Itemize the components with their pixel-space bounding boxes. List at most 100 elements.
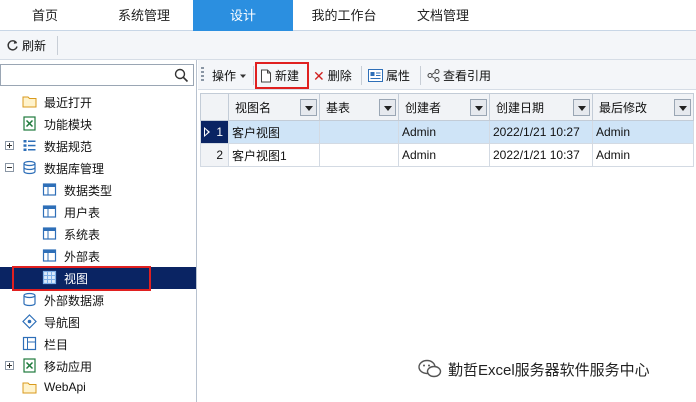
sidebar-item-external-data-sources[interactable]: 外部数据源 (0, 289, 196, 311)
toolbar-grip[interactable] (201, 67, 204, 83)
sidebar-item-label: 移动应用 (44, 360, 93, 374)
chevron-down-icon (240, 74, 247, 78)
sidebar-item-label: 数据规范 (44, 140, 93, 154)
current-row-arrow-icon (204, 127, 210, 137)
tab-home[interactable]: 首页 (0, 0, 90, 31)
view-references-button[interactable]: 查看引用 (427, 67, 491, 84)
sidebar-item-data-types[interactable]: 数据类型 (0, 179, 196, 201)
column-header-last-modified[interactable]: 最后修改 (592, 93, 694, 121)
sidebar-item-label: 栏目 (44, 338, 69, 352)
sidebar-search-input[interactable] (0, 64, 194, 86)
sidebar-item-mobile-apps[interactable]: 移动应用 (0, 355, 196, 377)
list-icon (23, 140, 36, 151)
view-toolbar: 操作 新建 ✕ 删除 属性 查看引用 (198, 60, 696, 90)
sidebar-item-label: WebApi (44, 380, 86, 394)
filter-dropdown-button[interactable] (674, 99, 691, 116)
folder-icon (22, 96, 37, 108)
sidebar: 最近打开 功能模块 数据规范 数据库管理 数据类型 用户表 系统表 外部表 视图… (0, 60, 197, 402)
row-number-cell[interactable]: 1 (200, 120, 229, 144)
toolbar-divider (253, 66, 254, 85)
toolbar-divider (420, 66, 421, 85)
sidebar-item-navigation-map[interactable]: 导航图 (0, 311, 196, 333)
table-cell[interactable]: 客户视图 (228, 120, 320, 144)
share-icon (427, 69, 440, 82)
row-number-cell[interactable]: 2 (200, 143, 229, 167)
expand-toggle[interactable] (5, 141, 14, 150)
delete-button[interactable]: ✕ 删除 (313, 67, 352, 84)
column-header-creator[interactable]: 创建者 (398, 93, 490, 121)
expand-toggle[interactable] (5, 361, 14, 370)
operate-menu-button[interactable]: 操作 (212, 67, 247, 84)
sidebar-item-label: 用户表 (64, 206, 101, 220)
sidebar-item-user-tables[interactable]: 用户表 (0, 201, 196, 223)
filter-dropdown-button[interactable] (470, 99, 487, 116)
sidebar-item-label: 外部数据源 (44, 294, 105, 308)
watermark: 勤哲Excel服务器软件服务中心 (418, 356, 650, 382)
refresh-label: 刷新 (22, 39, 47, 53)
tab-document-management[interactable]: 文档管理 (397, 0, 489, 31)
tab-design[interactable]: 设计 (193, 0, 293, 31)
filter-dropdown-button[interactable] (379, 99, 396, 116)
filter-dropdown-button[interactable] (573, 99, 590, 116)
delete-label: 删除 (327, 69, 352, 83)
table-cell[interactable] (319, 143, 399, 167)
views-table: 视图名 基表 创建者 创建日期 最后修改 1 客户视图 Admin 2022/1… (200, 93, 694, 167)
table-cell[interactable]: 客户视图1 (228, 143, 320, 167)
table-cell[interactable]: 2022/1/21 10:27 (489, 120, 593, 144)
annotation-highlight-box (12, 266, 151, 291)
properties-button[interactable]: 属性 (368, 67, 410, 84)
sidebar-item-system-tables[interactable]: 系统表 (0, 223, 196, 245)
wechat-icon (418, 359, 442, 378)
column-icon (22, 336, 37, 351)
column-header-view-name[interactable]: 视图名 (228, 93, 320, 121)
sidebar-item-function-modules[interactable]: 功能模块 (0, 113, 196, 135)
column-header-created-date[interactable]: 创建日期 (489, 93, 593, 121)
properties-icon (368, 69, 383, 82)
properties-label: 属性 (386, 69, 411, 83)
sidebar-item-columns[interactable]: 栏目 (0, 333, 196, 355)
table-header-row: 视图名 基表 创建者 创建日期 最后修改 (200, 93, 694, 121)
operate-label: 操作 (212, 69, 237, 83)
folder-icon (22, 382, 37, 394)
toolbar-divider (361, 66, 362, 85)
table-cell[interactable]: Admin (592, 120, 694, 144)
search-icon[interactable] (174, 68, 189, 83)
tab-my-workspace[interactable]: 我的工作台 (293, 0, 395, 31)
database-icon (23, 160, 36, 175)
row-number-header (200, 93, 229, 121)
delete-icon: ✕ (313, 67, 325, 84)
table-icon (42, 249, 57, 262)
sidebar-item-label: 外部表 (64, 250, 101, 264)
refresh-icon (7, 40, 18, 51)
table-icon (42, 227, 57, 240)
excel-icon (23, 358, 36, 373)
sidebar-item-database-management[interactable]: 数据库管理 (0, 157, 196, 179)
sidebar-item-label: 最近打开 (44, 96, 93, 110)
external-db-icon (23, 292, 36, 307)
sidebar-item-webapi[interactable]: WebApi (0, 377, 196, 399)
table-cell[interactable] (319, 120, 399, 144)
sidebar-item-external-tables[interactable]: 外部表 (0, 245, 196, 267)
column-header-base-table[interactable]: 基表 (319, 93, 399, 121)
main-panel: 操作 新建 ✕ 删除 属性 查看引用 视图名 基表 创建者 创建日期 最后修改 … (198, 60, 696, 402)
table-cell[interactable]: Admin (398, 143, 490, 167)
navigation-icon (22, 314, 37, 329)
filter-dropdown-button[interactable] (300, 99, 317, 116)
excel-icon (23, 116, 36, 131)
sidebar-item-data-standards[interactable]: 数据规范 (0, 135, 196, 157)
view-references-label: 查看引用 (443, 69, 492, 83)
table-cell[interactable]: Admin (592, 143, 694, 167)
table-cell[interactable]: 2022/1/21 10:37 (489, 143, 593, 167)
sidebar-item-recent[interactable]: 最近打开 (0, 91, 196, 113)
collapse-toggle[interactable] (5, 163, 14, 172)
sidebar-item-label: 数据类型 (64, 184, 113, 198)
tab-system-management[interactable]: 系统管理 (96, 0, 192, 31)
table-icon (42, 205, 57, 218)
table-row[interactable]: 2 客户视图1 Admin 2022/1/21 10:37 Admin (200, 143, 694, 167)
table-icon (42, 183, 57, 196)
toolbar-divider (57, 36, 58, 55)
table-cell[interactable]: Admin (398, 120, 490, 144)
table-row[interactable]: 1 客户视图 Admin 2022/1/21 10:27 Admin (200, 120, 694, 144)
refresh-button[interactable]: 刷新 (6, 37, 46, 54)
top-menu: 首页 系统管理 设计 我的工作台 文档管理 (0, 0, 696, 31)
